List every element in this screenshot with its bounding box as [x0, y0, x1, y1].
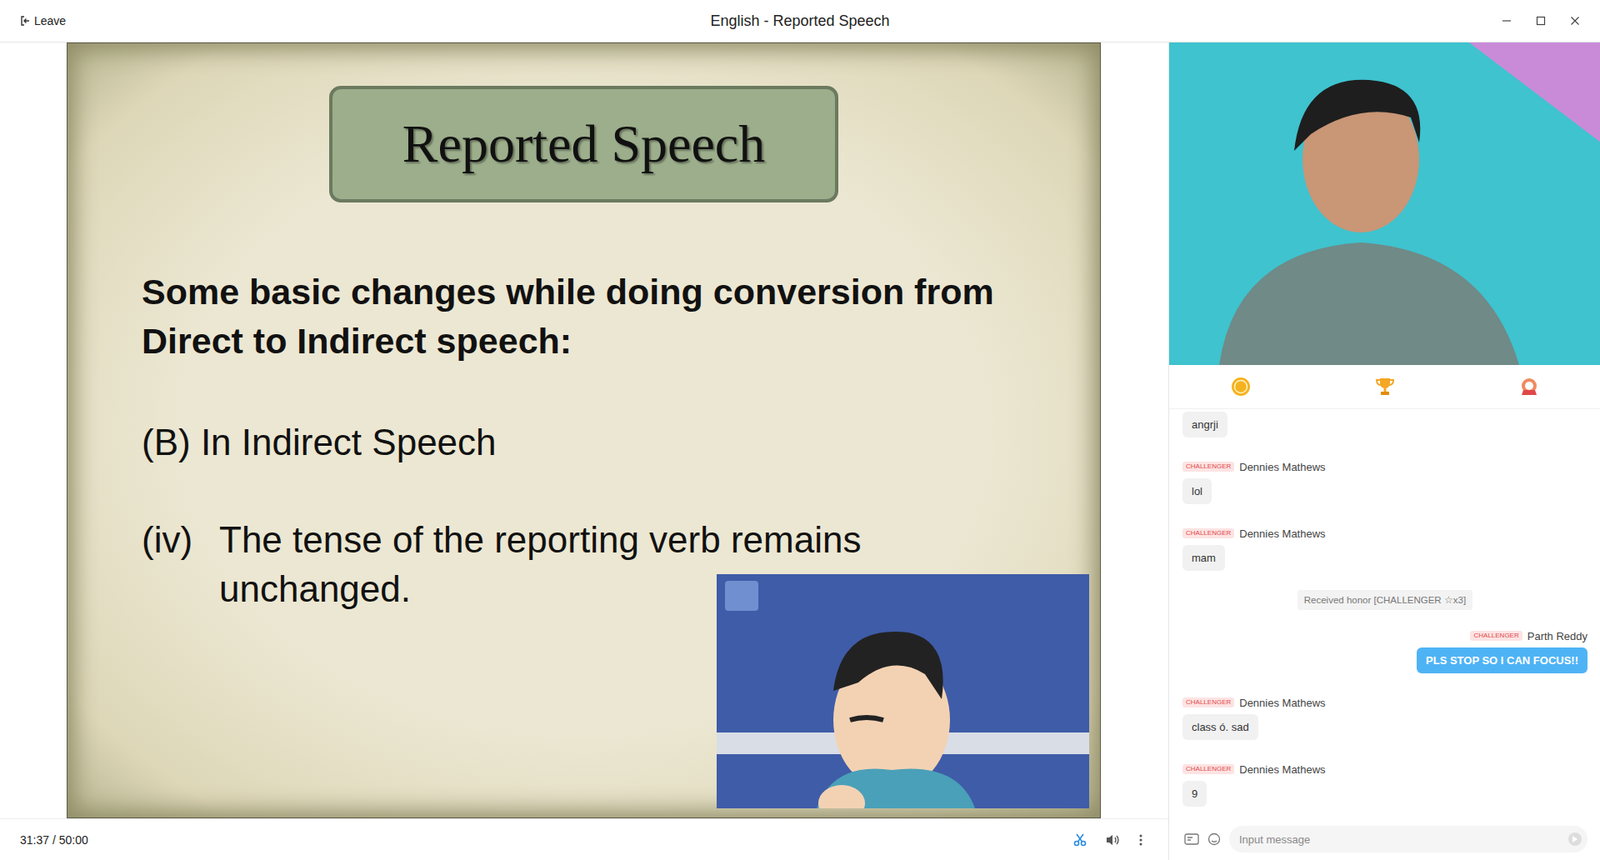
chat-message: CHALLENGER Dennies Mathews mam [1182, 526, 1588, 571]
chat-message: angrji [1182, 411, 1588, 438]
window-controls [1501, 15, 1580, 26]
classroom-window: Leave English - Reported Speech Reported… [0, 0, 1600, 860]
coin-icon[interactable] [1230, 376, 1251, 397]
message-bubble: PLS STOP SO I CAN FOCUS!! [1416, 647, 1588, 674]
leave-icon [20, 15, 30, 26]
playback-time: 31:37 / 50:00 [20, 833, 89, 847]
badge-icon[interactable] [1519, 376, 1540, 397]
slide-title: Reported Speech [329, 85, 839, 203]
chat-list: angrjiCHALLENGER Dennies Mathews lolCHAL… [1169, 409, 1600, 819]
scissors-icon[interactable] [1073, 833, 1087, 847]
message-input[interactable]: Input message [1229, 825, 1588, 853]
rank-badge: CHALLENGER [1182, 461, 1235, 472]
chat-message: CHALLENGER Dennies Mathews lol [1182, 460, 1588, 505]
slide-section: (B) In Indirect Speech [141, 417, 1068, 468]
panel-tabs [1169, 365, 1600, 410]
message-author: Dennies Mathews [1239, 763, 1325, 776]
message-author: Dennies Mathews [1239, 696, 1325, 710]
message-bubble: angrji [1182, 411, 1228, 438]
window-title: English - Reported Speech [710, 12, 890, 30]
rank-badge: CHALLENGER [1470, 630, 1522, 641]
message-bubble: lol [1182, 478, 1212, 505]
send-icon[interactable] [1567, 831, 1583, 847]
message-bubble: class ó. sad [1182, 714, 1259, 740]
maximize-icon[interactable] [1535, 15, 1546, 26]
meme-gif [716, 574, 1090, 809]
more-icon[interactable] [1138, 833, 1144, 847]
player-bar: 31:37 / 50:00 [0, 818, 1169, 860]
cartoon-picture-icon [716, 574, 1090, 809]
rank-badge: CHALLENGER [1182, 528, 1235, 539]
emoji-icon[interactable] [1207, 832, 1221, 846]
slide-stage: Reported Speech Some basic changes while… [0, 42, 1169, 819]
message-author: Parth Reddy [1527, 630, 1588, 643]
message-author: Dennies Mathews [1239, 527, 1325, 540]
close-icon[interactable] [1570, 15, 1580, 26]
message-bubble: mam [1182, 545, 1225, 571]
trophy-icon[interactable] [1375, 376, 1395, 397]
leave-button[interactable]: Leave [20, 14, 66, 28]
message-bubble: 9 [1182, 780, 1207, 807]
system-message: Received honor [CHALLENGER ☆x3] [1297, 590, 1473, 610]
card-icon[interactable] [1184, 832, 1200, 846]
minimize-icon[interactable] [1501, 15, 1512, 26]
chat-input-bar: Input message [1169, 818, 1600, 860]
rank-badge: CHALLENGER [1182, 764, 1235, 775]
slide-heading: Some basic changes while doing conversio… [141, 267, 1042, 366]
video-frame-icon [1169, 42, 1600, 365]
rank-badge: CHALLENGER [1182, 697, 1235, 708]
side-panel: angrjiCHALLENGER Dennies Mathews lolCHAL… [1168, 42, 1600, 860]
chat-message: CHALLENGER Parth Reddy PLS STOP SO I CAN… [1182, 629, 1588, 674]
chat-message: CHALLENGER Dennies Mathews 9 [1182, 762, 1588, 807]
slide: Reported Speech Some basic changes while… [66, 42, 1101, 819]
presentation-area: Reported Speech Some basic changes while… [0, 42, 1169, 860]
teacher-video [1169, 42, 1600, 365]
title-bar: Leave English - Reported Speech [0, 0, 1600, 43]
chat-message: CHALLENGER Dennies Mathews class ó. sad [1182, 695, 1588, 740]
message-author: Dennies Mathews [1239, 460, 1325, 474]
speaker-icon[interactable] [1105, 833, 1120, 847]
